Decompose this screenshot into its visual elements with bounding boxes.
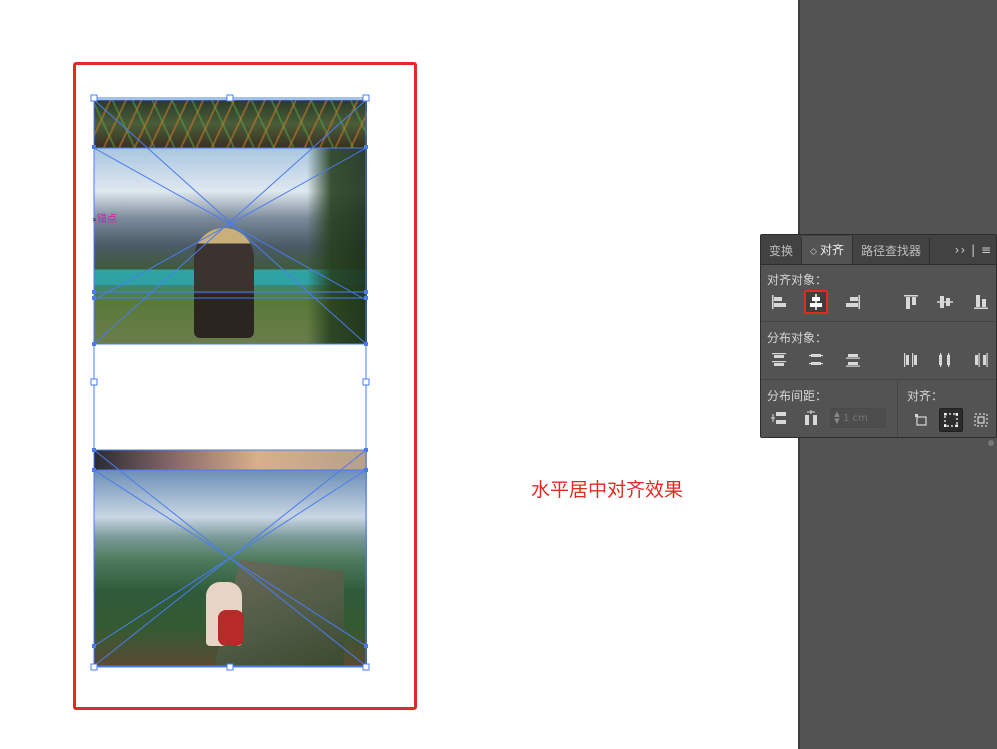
distribute-vertical-center-icon (809, 354, 823, 365)
image-person (194, 228, 254, 338)
dock-scroll-nub[interactable] (988, 440, 994, 446)
horizontal-distribute-space-button[interactable] (799, 406, 823, 430)
distribute-horizontal-center-button[interactable] (933, 348, 957, 372)
align-vertical-center-button[interactable] (933, 290, 957, 314)
align-bottom-button[interactable] (969, 290, 993, 314)
vertical-distribute-space-icon (771, 412, 786, 424)
align-left-button[interactable] (767, 290, 791, 314)
distribute-left-button[interactable] (899, 348, 923, 372)
tab-transform-label: 变换 (769, 244, 794, 258)
horizontal-distribute-space-icon (805, 410, 817, 425)
distribute-horizontal-center-icon (939, 353, 950, 367)
align-to-artboard-button[interactable] (909, 408, 933, 432)
distribute-objects-label: 分布对象： (767, 331, 828, 345)
panel-tab-bar: 变换 ◇ 对齐 路径查找器 ›› | ≡ (761, 235, 996, 265)
align-horizontal-center-button[interactable] (804, 290, 828, 314)
distribute-spacing-label: 分布间距： (767, 389, 828, 403)
align-left-icon (772, 295, 786, 309)
align-top-icon (904, 295, 918, 309)
image-sunset-strip[interactable] (94, 450, 367, 470)
align-bottom-icon (974, 295, 988, 309)
align-to-selection-icon (944, 413, 958, 427)
align-to-label: 对齐： (907, 389, 944, 403)
tab-updown-icon: ◇ (810, 247, 817, 257)
image-hiker-backpack (218, 610, 244, 646)
illustrator-workspace: »锚点 水平居中对齐效果 变换 ◇对齐 路径查找器 ›› | ≡ 对齐对象： (0, 0, 997, 749)
align-panel: 变换 ◇ 对齐 路径查找器 ›› | ≡ 对齐对象： 分布对象： 分布间距： ▲… (760, 234, 997, 438)
align-right-button[interactable] (841, 290, 865, 314)
align-horizontal-center-icon (810, 294, 822, 310)
spacing-stepper-icon[interactable]: ▲ ▼ (831, 411, 843, 425)
align-right-icon (846, 295, 860, 309)
image-valley-hikers[interactable] (94, 470, 367, 667)
tab-align-label: 对齐 (819, 243, 844, 257)
distribute-right-button[interactable] (969, 348, 993, 372)
align-to-key-object-button[interactable] (969, 408, 993, 432)
distribute-top-button[interactable] (767, 348, 791, 372)
align-vertical-center-icon (937, 296, 953, 308)
panel-menu-icon[interactable]: ›› | ≡ (955, 243, 992, 257)
section-divider-vertical (897, 381, 898, 437)
anchor-marker: »锚点 (92, 210, 117, 225)
image-mountain-lake[interactable] (94, 148, 367, 344)
align-to-key-object-icon (974, 413, 988, 427)
tab-transform[interactable]: 变换 (761, 238, 803, 264)
distribute-bottom-button[interactable] (841, 348, 865, 372)
tab-align[interactable]: ◇ 对齐 (802, 236, 853, 264)
align-to-artboard-icon (915, 414, 927, 426)
vertical-distribute-space-button[interactable] (767, 406, 791, 430)
distribute-left-icon (904, 353, 917, 367)
section-divider-2 (761, 379, 996, 380)
tab-pathfinder-label: 路径查找器 (860, 244, 921, 258)
tab-pathfinder[interactable]: 路径查找器 (853, 238, 930, 264)
spacing-value-field[interactable]: ▲ ▼ (830, 408, 886, 428)
align-top-button[interactable] (899, 290, 923, 314)
spacing-value-input[interactable] (843, 412, 881, 424)
distribute-right-icon (975, 353, 988, 367)
distribute-bottom-icon (846, 354, 860, 367)
caption-text: 水平居中对齐效果 (531, 479, 684, 501)
image-trees (307, 148, 367, 344)
distribute-vertical-center-button[interactable] (804, 348, 828, 372)
distribute-top-icon (772, 353, 786, 366)
anchor-label: 锚点 (96, 214, 117, 225)
section-divider (761, 321, 996, 322)
align-to-selection-button[interactable] (939, 408, 963, 432)
image-grass[interactable] (94, 100, 367, 148)
align-objects-label: 对齐对象： (767, 273, 828, 287)
